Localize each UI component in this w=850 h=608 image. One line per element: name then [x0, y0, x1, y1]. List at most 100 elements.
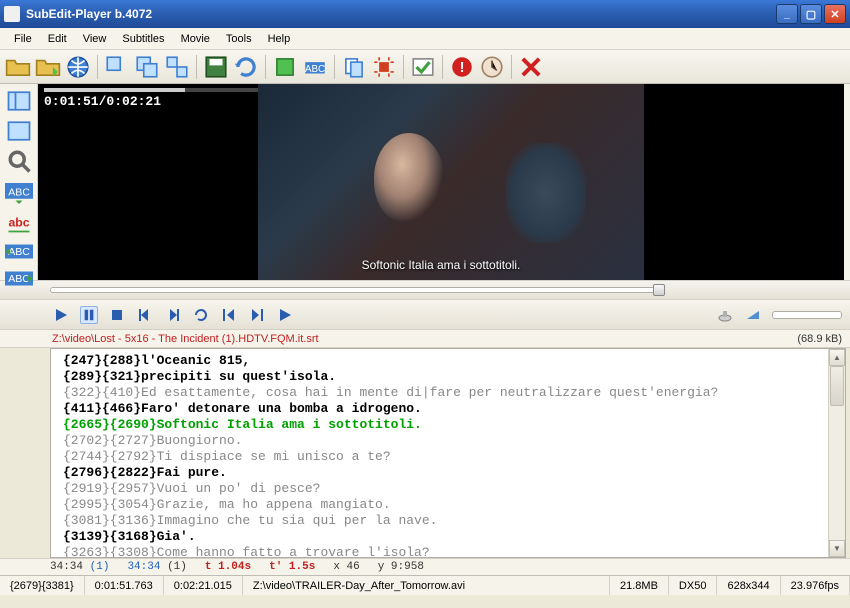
clock-button[interactable]: [478, 53, 506, 81]
info-t2: t' 1.5s: [269, 561, 315, 573]
info-x: x 46: [333, 561, 359, 573]
scroll-thumb[interactable]: [830, 366, 844, 406]
svg-text:abc: abc: [8, 215, 29, 229]
subtitle-scrollbar[interactable]: ▲ ▼: [828, 349, 845, 557]
subtitle-line[interactable]: {2796}{2822}Fai pure.: [63, 465, 825, 481]
side-zoom-button[interactable]: [4, 148, 34, 174]
web-button[interactable]: [64, 53, 92, 81]
status-resolution: 628x344: [717, 576, 780, 595]
side-toolbar: ABC abc ABC ABC: [0, 84, 38, 280]
check-button[interactable]: [409, 53, 437, 81]
subtitle-file-row: Z:\video\Lost - 5x16 - The Incident (1).…: [0, 330, 850, 348]
refresh-button[interactable]: [232, 53, 260, 81]
status-codec: DX50: [669, 576, 718, 595]
info-b: 34:34: [127, 561, 160, 573]
main-toolbar: ABC !: [0, 50, 850, 84]
subtitle-line[interactable]: {3081}{3136}Immagino che tu sia qui per …: [63, 513, 825, 529]
volume-slider[interactable]: [772, 311, 842, 319]
side-panel-button[interactable]: [4, 88, 34, 114]
volume-icon[interactable]: [744, 306, 762, 324]
info-a2: (1): [90, 561, 110, 573]
status-size: 21.8MB: [610, 576, 669, 595]
prev-button[interactable]: [220, 306, 238, 324]
status-time: 0:01:51.763: [85, 576, 164, 595]
side-layout-button[interactable]: [4, 118, 34, 144]
marker-abc-button[interactable]: ABC: [301, 53, 329, 81]
info-t1: t 1.04s: [205, 561, 251, 573]
app-icon: [4, 6, 20, 22]
subtitle-line[interactable]: {2665}{2690}Softonic Italia ama i sottot…: [63, 417, 825, 433]
subtitle-line[interactable]: {2744}{2792}Ti dispiace se mi unisco a t…: [63, 449, 825, 465]
open-file-button[interactable]: [4, 53, 32, 81]
status-bar: {2679}{3381} 0:01:51.763 0:02:21.015 Z:\…: [0, 575, 850, 595]
info-row: 34:34 (1) 34:34 (1) t 1.04s t' 1.5s x 46…: [0, 558, 850, 575]
window-3-button[interactable]: [163, 53, 191, 81]
menu-help[interactable]: Help: [260, 31, 299, 47]
video-time-overlay: 0:01:51/0:02:21: [44, 94, 161, 109]
menu-file[interactable]: File: [6, 31, 40, 47]
menu-movie[interactable]: Movie: [173, 31, 218, 47]
subtitle-line[interactable]: {3139}{3168}Gia'.: [63, 529, 825, 545]
seek-thumb[interactable]: [653, 284, 665, 296]
marker-green-button[interactable]: [271, 53, 299, 81]
status-filepath: Z:\video\TRAILER-Day_After_Tomorrow.avi: [243, 576, 610, 595]
error-button[interactable]: !: [448, 53, 476, 81]
window-2-button[interactable]: [133, 53, 161, 81]
status-fps: 23.976fps: [781, 576, 850, 595]
side-abc-left-button[interactable]: ABC: [4, 240, 34, 263]
subtitle-file-path: Z:\video\Lost - 5x16 - The Incident (1).…: [52, 333, 797, 345]
target-button[interactable]: [370, 53, 398, 81]
menu-edit[interactable]: Edit: [40, 31, 75, 47]
side-abc-right-button[interactable]: ABC: [4, 267, 34, 290]
play2-button[interactable]: [276, 306, 294, 324]
menu-subtitles[interactable]: Subtitles: [114, 31, 172, 47]
subtitle-line[interactable]: {2995}{3054}Grazie, ma ho appena mangiat…: [63, 497, 825, 513]
svg-text:ABC: ABC: [8, 246, 30, 258]
svg-text:ABC: ABC: [305, 63, 325, 74]
info-a: 34:34: [50, 561, 83, 573]
close-button[interactable]: ✕: [824, 4, 846, 24]
seek-slider[interactable]: [50, 287, 660, 293]
next-button[interactable]: [248, 306, 266, 324]
side-abc-blue-button[interactable]: ABC: [4, 182, 34, 205]
subtitle-list[interactable]: {247}{288}l'Oceanic 815,{289}{321}precip…: [50, 348, 846, 558]
scroll-up-button[interactable]: ▲: [829, 349, 845, 366]
subtitle-line[interactable]: {247}{288}l'Oceanic 815,: [63, 353, 825, 369]
status-frames: {2679}{3381}: [0, 576, 85, 595]
stop-button[interactable]: [108, 306, 126, 324]
drive-icon[interactable]: [716, 306, 734, 324]
subtitle-line[interactable]: {322}{410}Ed esattamente, cosa hai in me…: [63, 385, 825, 401]
window-1-button[interactable]: [103, 53, 131, 81]
svg-text:!: !: [460, 59, 465, 75]
subtitle-line[interactable]: {411}{466}Faro' detonare una bomba a idr…: [63, 401, 825, 417]
subtitle-line[interactable]: {2919}{2957}Vuoi un po' di pesce?: [63, 481, 825, 497]
playback-controls: [0, 300, 850, 330]
subtitle-line[interactable]: {2702}{2727}Buongiorno.: [63, 433, 825, 449]
menu-tools[interactable]: Tools: [218, 31, 260, 47]
video-player[interactable]: 0:01:51/0:02:21 Softonic Italia ama i so…: [38, 84, 844, 280]
menu-bar: File Edit View Subtitles Movie Tools Hel…: [0, 28, 850, 50]
video-subtitle-overlay: Softonic Italia ama i sottotitoli.: [38, 258, 844, 272]
scroll-down-button[interactable]: ▼: [829, 540, 845, 557]
svg-text:ABC: ABC: [8, 186, 30, 198]
video-frame: [258, 84, 644, 280]
loop-button[interactable]: [192, 306, 210, 324]
maximize-button[interactable]: ▢: [800, 4, 822, 24]
delete-button[interactable]: [517, 53, 545, 81]
step-back-button[interactable]: [136, 306, 154, 324]
open-folder-button[interactable]: [34, 53, 62, 81]
step-fwd-button[interactable]: [164, 306, 182, 324]
subtitle-line[interactable]: {289}{321}precipiti su quest'isola.: [63, 369, 825, 385]
status-duration: 0:02:21.015: [164, 576, 243, 595]
copy-button[interactable]: [340, 53, 368, 81]
menu-view[interactable]: View: [75, 31, 115, 47]
pause-button[interactable]: [80, 306, 98, 324]
subtitle-line[interactable]: {3263}{3308}Come hanno fatto a trovare l…: [63, 545, 825, 558]
seek-row: [0, 280, 850, 300]
subtitle-file-size: (68.9 kB): [797, 333, 842, 345]
play-button[interactable]: [52, 306, 70, 324]
side-abc-red-button[interactable]: abc: [4, 213, 34, 236]
minimize-button[interactable]: _: [776, 4, 798, 24]
window-title: SubEdit-Player b.4072: [26, 7, 774, 21]
save-button[interactable]: [202, 53, 230, 81]
